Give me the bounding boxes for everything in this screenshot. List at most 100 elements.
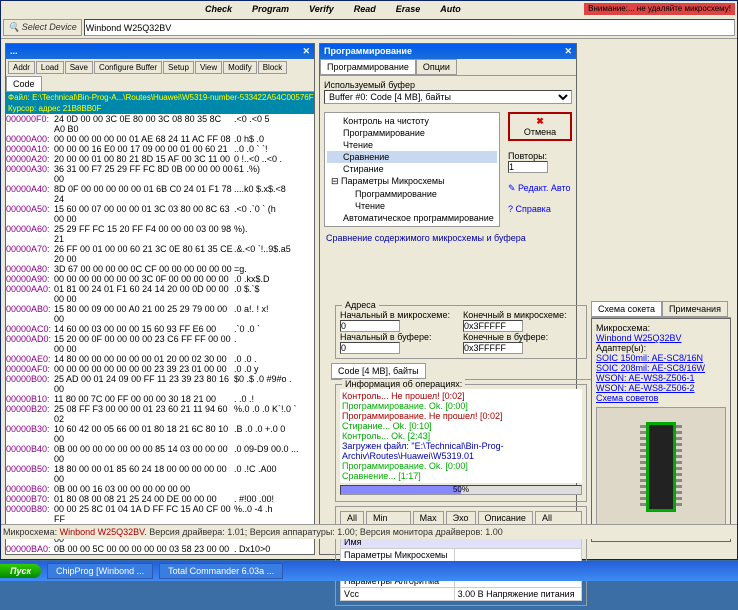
- prog-titlebar: Программирование✕: [320, 44, 576, 59]
- menu-read[interactable]: Read: [350, 3, 380, 15]
- close-icon[interactable]: ✕: [302, 46, 310, 57]
- info-legend: Информация об операциях:: [342, 379, 465, 389]
- hex-row[interactable]: 00000A80:3D 67 00 00 00 00 0C CF 00 00 0…: [6, 264, 314, 274]
- menu-auto[interactable]: Auto: [436, 3, 465, 15]
- hex-row[interactable]: 00000B60:0B 00 00 16 03 00 00 00 00 00 0…: [6, 484, 314, 494]
- close-icon[interactable]: ✕: [564, 46, 572, 57]
- end-buf-input[interactable]: [463, 342, 523, 354]
- device-input[interactable]: [84, 19, 735, 36]
- tab-options[interactable]: Опции: [416, 59, 457, 75]
- hex-tool-configure-buffer[interactable]: Configure Buffer: [94, 61, 162, 74]
- start-buf-label: Начальный в буфере:: [340, 332, 459, 342]
- hex-row[interactable]: 00000B70:01 80 08 00 08 21 25 24 00 DE 0…: [6, 494, 314, 504]
- repeats-input[interactable]: [508, 161, 548, 173]
- hex-tool-block[interactable]: Block: [258, 61, 288, 74]
- hex-row[interactable]: 00000AC0:14 60 00 03 00 00 00 15 60 93 F…: [6, 324, 314, 334]
- chip-info-panel: Схема сокета Примечания Микросхема: Winb…: [591, 301, 731, 542]
- hex-row[interactable]: 00000A20:20 00 00 01 00 80 21 8D 15 AF 0…: [6, 154, 314, 164]
- hex-row[interactable]: 00000AA0:01 81 00 24 01 F1 60 24 14 20 0…: [6, 284, 314, 304]
- hex-row[interactable]: 00000B10:11 80 00 7C 00 FF 00 00 00 30 1…: [6, 394, 314, 404]
- hex-row[interactable]: 00000B50:18 80 00 00 01 85 60 24 18 00 0…: [6, 464, 314, 484]
- buffer-select[interactable]: Buffer #0: Code [4 MB], байты: [324, 90, 572, 104]
- tree-item[interactable]: Сравнение: [327, 151, 497, 163]
- hex-data-grid[interactable]: 000000F0:24 0D 00 00 3C 0E 80 00 3C 08 8…: [6, 114, 314, 554]
- hex-row[interactable]: 00000AF0:00 00 00 00 00 00 00 00 23 39 2…: [6, 364, 314, 374]
- tree-item[interactable]: Автоматическое программирование: [327, 212, 497, 224]
- info-line: Загружен файл: "E:\Technical\Bin-Prog-Ar…: [342, 441, 580, 461]
- adapter-label: Адаптер(ы):: [596, 343, 646, 353]
- menu-check[interactable]: Check: [201, 3, 236, 15]
- tree-item[interactable]: Контроль на чистоту: [327, 115, 497, 127]
- hex-tool-setup[interactable]: Setup: [163, 61, 194, 74]
- hex-tool-view[interactable]: View: [195, 61, 222, 74]
- tab-notes[interactable]: Примечания: [662, 301, 728, 317]
- hex-row[interactable]: 000000F0:24 0D 00 00 3C 0E 80 00 3C 08 8…: [6, 114, 314, 134]
- operations-tree[interactable]: Контроль на чистотуПрограммированиеЧтени…: [324, 112, 500, 227]
- adapter-link[interactable]: WSON: AE-WS8-Z506-2: [596, 383, 726, 393]
- hex-row[interactable]: 00000A30:36 31 00 F7 25 29 FF FC 8D 0B 0…: [6, 164, 314, 184]
- hex-row[interactable]: 00000B80:00 00 25 8C 01 04 1A D FF FC 15…: [6, 504, 314, 524]
- hex-tool-addr[interactable]: Addr: [8, 61, 35, 74]
- tree-item[interactable]: Стирание: [327, 163, 497, 175]
- hex-tool-save[interactable]: Save: [65, 61, 93, 74]
- menu-program[interactable]: Program: [248, 3, 293, 15]
- hex-row[interactable]: 00000B20:25 08 FF F3 00 00 00 01 23 60 2…: [6, 404, 314, 424]
- device-selector-bar: 🔍 Select Device: [1, 17, 737, 39]
- hex-editor-panel: ...✕ AddrLoadSaveConfigure BufferSetupVi…: [5, 43, 315, 555]
- start-chip-label: Начальный в микросхеме:: [340, 310, 459, 320]
- adapter-link[interactable]: SOIC 208mil: AE-SC8/16W: [596, 363, 726, 373]
- taskbar-task[interactable]: Total Commander 6.03a ...: [159, 563, 283, 579]
- hex-tool-load[interactable]: Load: [36, 61, 64, 74]
- taskbar: Пуск ChipProg [Winbond ... Total Command…: [0, 561, 738, 581]
- tab-socket-schema[interactable]: Схема сокета: [591, 301, 662, 317]
- address-legend: Адреса: [342, 300, 379, 310]
- buffer-label: Используемый буфер: [324, 80, 572, 90]
- hex-row[interactable]: 00000A70:26 FF 00 01 00 00 60 21 3C 0E 8…: [6, 244, 314, 264]
- hex-tool-modify[interactable]: Modify: [223, 61, 257, 74]
- tree-item[interactable]: Чтение: [327, 139, 497, 151]
- adapter-link[interactable]: SOIC 150mil: AE-SC8/16N: [596, 353, 726, 363]
- edit-auto-link[interactable]: ✎ Редакт. Авто: [508, 183, 572, 194]
- taskbar-task[interactable]: ChipProg [Winbond ...: [47, 563, 153, 579]
- menu-verify[interactable]: Verify: [305, 3, 338, 15]
- repeats-label: Повторы:: [508, 151, 572, 161]
- hex-row[interactable]: 00000BA0:0B 00 00 5C 00 00 00 00 00 03 5…: [6, 544, 314, 554]
- hex-row[interactable]: 00000A40:8D 0F 00 00 00 00 00 01 6B C0 2…: [6, 184, 314, 204]
- hex-row[interactable]: 00000B30:10 60 42 00 05 66 00 01 80 18 2…: [6, 424, 314, 444]
- start-button[interactable]: Пуск: [0, 564, 41, 578]
- menu-erase[interactable]: Erase: [392, 3, 425, 15]
- hex-row[interactable]: 00000AB0:15 80 00 09 00 00 A0 21 00 25 2…: [6, 304, 314, 324]
- schema-link[interactable]: Схема советов: [596, 393, 726, 403]
- hex-row[interactable]: 00000A00:00 00 00 00 00 00 01 AE 68 24 1…: [6, 134, 314, 144]
- hex-tab-code[interactable]: Code: [6, 76, 42, 91]
- select-device-button[interactable]: 🔍 Select Device: [3, 19, 82, 36]
- chip-visual: [596, 407, 726, 527]
- help-link[interactable]: ? Справка: [508, 204, 572, 214]
- tree-item[interactable]: Чтение: [327, 200, 497, 212]
- tree-item[interactable]: Программирование: [327, 127, 497, 139]
- hex-row[interactable]: 00000A10:00 00 00 16 E0 00 17 09 00 00 0…: [6, 144, 314, 154]
- hex-row[interactable]: 00000A60:25 29 FF FC 15 20 FF F4 00 00 0…: [6, 224, 314, 244]
- info-line: Программирование. Не прошел! [0:02]: [342, 411, 580, 421]
- code-buffer-tab[interactable]: Code [4 MB], байты: [331, 363, 426, 379]
- hex-row[interactable]: 00000AD0:15 20 00 0F 00 00 00 00 23 C6 F…: [6, 334, 314, 354]
- start-chip-input[interactable]: [340, 320, 400, 332]
- end-chip-input[interactable]: [463, 320, 523, 332]
- hex-row[interactable]: 00000B40:0B 00 00 00 00 00 00 00 85 14 0…: [6, 444, 314, 464]
- param-editor: AllMin ValueMaxЭхоОписаниеAll Data(?) Им…: [335, 506, 587, 606]
- info-line: Программирование. Ok. [0:00]: [342, 461, 580, 471]
- tab-programming[interactable]: Программирование: [320, 59, 416, 75]
- tree-item[interactable]: ⊟ Параметры Микросхемы: [327, 175, 497, 188]
- progress-bar: 50%: [340, 485, 582, 495]
- hex-row[interactable]: 00000A90:00 00 00 00 00 00 00 3C 0F 00 0…: [6, 274, 314, 284]
- param-row[interactable]: Vcc3.00 В Напряжение питания: [341, 588, 582, 601]
- tree-item[interactable]: Программирование: [327, 188, 497, 200]
- cancel-button[interactable]: ✖ Отмена: [508, 112, 572, 141]
- param-row[interactable]: Параметры Микросхемы: [341, 549, 582, 562]
- hex-row[interactable]: 00000B00:25 AD 00 01 24 09 00 FF 11 23 3…: [6, 374, 314, 394]
- hex-row[interactable]: 00000A50:15 60 00 07 00 00 00 01 3C 03 8…: [6, 204, 314, 224]
- hex-row[interactable]: 00000AE0:14 80 00 00 00 00 00 00 01 20 0…: [6, 354, 314, 364]
- adapter-link[interactable]: WSON: AE-WS8-Z506-1: [596, 373, 726, 383]
- start-buf-input[interactable]: [340, 342, 400, 354]
- chip-link[interactable]: Winbond W25Q32BV: [596, 333, 726, 343]
